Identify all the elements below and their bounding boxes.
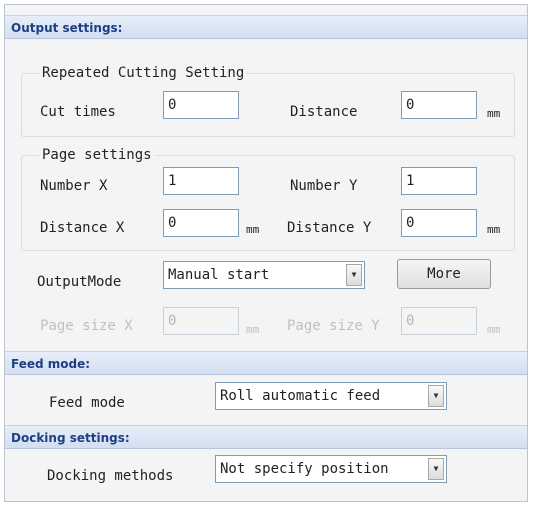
distance-x-unit: mm [246,223,260,236]
chevron-down-icon[interactable]: ▼ [346,264,362,286]
distance-x-label: Distance X [40,220,125,236]
repeated-cutting-title: Repeated Cutting Setting [39,65,248,81]
page-size-y-label: Page size Y [287,318,380,334]
page-size-x-unit: mm [246,323,260,336]
distance-input[interactable] [401,91,477,119]
number-y-input[interactable] [401,167,477,195]
page-size-x-input[interactable] [163,307,239,335]
page-size-x-label: Page size X [40,318,133,334]
distance-y-label: Distance Y [287,220,372,236]
output-settings-header: Output settings: [5,15,527,39]
page-size-y-unit: mm [487,323,501,336]
feed-mode-value: Roll automatic feed [220,388,381,404]
output-mode-label: OutputMode [37,274,122,290]
cut-times-input[interactable] [163,91,239,119]
docking-settings-header: Docking settings: [5,425,527,449]
distance-y-unit: mm [487,223,501,236]
page-settings-title: Page settings [39,147,155,163]
distance-y-input[interactable] [401,209,477,237]
distance-label: Distance [290,104,358,120]
chevron-down-icon[interactable]: ▼ [428,385,444,407]
docking-methods-label: Docking methods [47,468,174,484]
output-mode-select[interactable]: Manual start ▼ [163,261,365,289]
cut-times-label: Cut times [40,104,116,120]
distance-unit: mm [487,107,501,120]
docking-methods-value: Not specify position [220,461,389,477]
settings-panel: Output settings: Repeated Cutting Settin… [4,4,528,502]
page-size-y-input[interactable] [401,307,477,335]
output-mode-value: Manual start [168,267,270,283]
feed-mode-select[interactable]: Roll automatic feed ▼ [215,382,447,410]
number-x-input[interactable] [163,167,239,195]
docking-methods-select[interactable]: Not specify position ▼ [215,455,447,483]
number-x-label: Number X [40,178,108,194]
feed-mode-header: Feed mode: [5,351,527,375]
number-y-label: Number Y [290,178,358,194]
feed-mode-label: Feed mode [49,395,125,411]
more-button[interactable]: More [397,259,491,289]
distance-x-input[interactable] [163,209,239,237]
chevron-down-icon[interactable]: ▼ [428,458,444,480]
